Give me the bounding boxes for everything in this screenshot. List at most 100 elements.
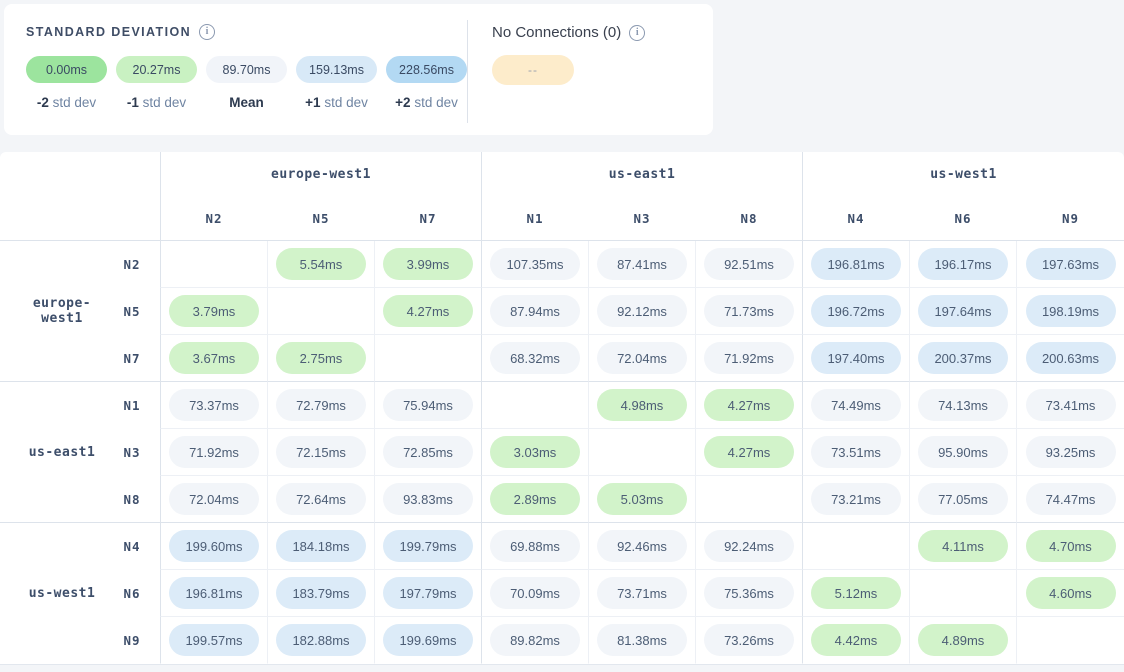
- latency-chip[interactable]: 74.13ms: [918, 389, 1008, 421]
- latency-chip[interactable]: 199.69ms: [383, 624, 473, 656]
- cell-N4-0: 199.60ms: [160, 523, 267, 570]
- latency-chip[interactable]: 199.57ms: [169, 624, 259, 656]
- cell-N5-4: 92.12ms: [588, 288, 695, 335]
- cell-N6-0: 196.81ms: [160, 570, 267, 617]
- latency-chip[interactable]: 71.92ms: [704, 342, 794, 374]
- latency-chip[interactable]: 87.94ms: [490, 295, 580, 327]
- cell-N7-8: 200.63ms: [1016, 335, 1124, 382]
- latency-chip[interactable]: 184.18ms: [276, 530, 366, 562]
- latency-chip[interactable]: 75.94ms: [383, 389, 473, 421]
- latency-chip[interactable]: 197.63ms: [1026, 248, 1116, 280]
- latency-chip[interactable]: 72.64ms: [276, 483, 366, 515]
- latency-chip[interactable]: 74.47ms: [1026, 483, 1116, 515]
- legend-title: STANDARD DEVIATION: [26, 25, 191, 39]
- latency-chip[interactable]: 70.09ms: [490, 577, 580, 609]
- cell-N9-2: 199.69ms: [374, 617, 481, 664]
- latency-chip[interactable]: 199.60ms: [169, 530, 259, 562]
- latency-chip[interactable]: 92.51ms: [704, 248, 794, 280]
- cell-N9-1: 182.88ms: [267, 617, 374, 664]
- latency-chip[interactable]: 81.38ms: [597, 624, 687, 656]
- cell-N7-7: 200.37ms: [909, 335, 1016, 382]
- latency-chip[interactable]: 95.90ms: [918, 436, 1008, 468]
- latency-chip[interactable]: 75.36ms: [704, 577, 794, 609]
- latency-chip[interactable]: 71.92ms: [169, 436, 259, 468]
- row-label-N6: us-west1N6: [0, 570, 160, 617]
- latency-chip[interactable]: 5.12ms: [811, 577, 901, 609]
- latency-chip[interactable]: 93.25ms: [1026, 436, 1116, 468]
- latency-chip[interactable]: 72.04ms: [597, 342, 687, 374]
- latency-chip[interactable]: 199.79ms: [383, 530, 473, 562]
- col-group-us-east1: us-east1: [481, 152, 802, 197]
- latency-chip[interactable]: 93.83ms: [383, 483, 473, 515]
- latency-chip[interactable]: 4.27ms: [704, 436, 794, 468]
- table-row-N1: N173.37ms72.79ms75.94ms4.98ms4.27ms74.49…: [0, 382, 1124, 429]
- latency-chip[interactable]: 4.27ms: [704, 389, 794, 421]
- legend-label-4: +2 std dev: [386, 95, 467, 110]
- latency-chip[interactable]: 200.63ms: [1026, 342, 1116, 374]
- latency-chip[interactable]: 72.85ms: [383, 436, 473, 468]
- latency-chip[interactable]: 3.03ms: [490, 436, 580, 468]
- latency-chip[interactable]: 5.54ms: [276, 248, 366, 280]
- latency-chip[interactable]: 5.03ms: [597, 483, 687, 515]
- cell-N9-7: 4.89ms: [909, 617, 1016, 664]
- latency-chip[interactable]: 2.75ms: [276, 342, 366, 374]
- latency-chip[interactable]: 182.88ms: [276, 624, 366, 656]
- cell-N9-4: 81.38ms: [588, 617, 695, 664]
- latency-chip[interactable]: 4.70ms: [1026, 530, 1116, 562]
- latency-chip[interactable]: 197.40ms: [811, 342, 901, 374]
- latency-chip[interactable]: 73.37ms: [169, 389, 259, 421]
- latency-chip[interactable]: 4.42ms: [811, 624, 901, 656]
- latency-chip[interactable]: 3.99ms: [383, 248, 473, 280]
- cell-N1-6: 74.49ms: [802, 382, 909, 429]
- latency-chip[interactable]: 72.79ms: [276, 389, 366, 421]
- legend-chip-1: 20.27ms: [116, 56, 197, 83]
- latency-chip[interactable]: 196.81ms: [169, 577, 259, 609]
- latency-chip[interactable]: 4.98ms: [597, 389, 687, 421]
- latency-chip[interactable]: 77.05ms: [918, 483, 1008, 515]
- latency-chip[interactable]: 72.04ms: [169, 483, 259, 515]
- latency-chip[interactable]: 73.21ms: [811, 483, 901, 515]
- latency-chip[interactable]: 198.19ms: [1026, 295, 1116, 327]
- info-icon[interactable]: i: [199, 24, 215, 40]
- legend-label-0: -2 std dev: [26, 95, 107, 110]
- latency-chip[interactable]: 69.88ms: [490, 530, 580, 562]
- latency-chip[interactable]: 68.32ms: [490, 342, 580, 374]
- table-row-N5: europe-west1N53.79ms4.27ms87.94ms92.12ms…: [0, 288, 1124, 335]
- latency-chip[interactable]: 4.89ms: [918, 624, 1008, 656]
- latency-chip[interactable]: 4.27ms: [383, 295, 473, 327]
- row-header-N6: N6: [110, 586, 160, 601]
- latency-chip[interactable]: 73.71ms: [597, 577, 687, 609]
- latency-chip[interactable]: 73.26ms: [704, 624, 794, 656]
- latency-chip[interactable]: 3.67ms: [169, 342, 259, 374]
- cell-N4-1: 184.18ms: [267, 523, 374, 570]
- latency-chip[interactable]: 196.81ms: [811, 248, 901, 280]
- cell-N5-5: 71.73ms: [695, 288, 802, 335]
- latency-chip[interactable]: 92.12ms: [597, 295, 687, 327]
- latency-chip[interactable]: 196.17ms: [918, 248, 1008, 280]
- latency-chip[interactable]: 73.51ms: [811, 436, 901, 468]
- info-icon[interactable]: i: [629, 25, 645, 41]
- latency-chip[interactable]: 89.82ms: [490, 624, 580, 656]
- latency-chip[interactable]: 197.79ms: [383, 577, 473, 609]
- latency-chip[interactable]: 73.41ms: [1026, 389, 1116, 421]
- latency-chip[interactable]: 92.24ms: [704, 530, 794, 562]
- legend-chips-row: 0.00ms20.27ms89.70ms159.13ms228.56ms: [26, 56, 467, 83]
- latency-chip[interactable]: 183.79ms: [276, 577, 366, 609]
- latency-chip[interactable]: 2.89ms: [490, 483, 580, 515]
- latency-chip[interactable]: 107.35ms: [490, 248, 580, 280]
- latency-chip[interactable]: 71.73ms: [704, 295, 794, 327]
- latency-chip[interactable]: 92.46ms: [597, 530, 687, 562]
- cell-N6-1: 183.79ms: [267, 570, 374, 617]
- latency-chip[interactable]: 72.15ms: [276, 436, 366, 468]
- cell-N4-8: 4.70ms: [1016, 523, 1124, 570]
- latency-chip[interactable]: 197.64ms: [918, 295, 1008, 327]
- cell-N5-7: 197.64ms: [909, 288, 1016, 335]
- latency-chip[interactable]: 4.11ms: [918, 530, 1008, 562]
- latency-chip[interactable]: 87.41ms: [597, 248, 687, 280]
- latency-chip[interactable]: 74.49ms: [811, 389, 901, 421]
- latency-matrix: europe-west1us-east1us-west1N2N5N7N1N3N8…: [0, 152, 1124, 665]
- latency-chip[interactable]: 4.60ms: [1026, 577, 1116, 609]
- latency-chip[interactable]: 196.72ms: [811, 295, 901, 327]
- latency-chip[interactable]: 200.37ms: [918, 342, 1008, 374]
- latency-chip[interactable]: 3.79ms: [169, 295, 259, 327]
